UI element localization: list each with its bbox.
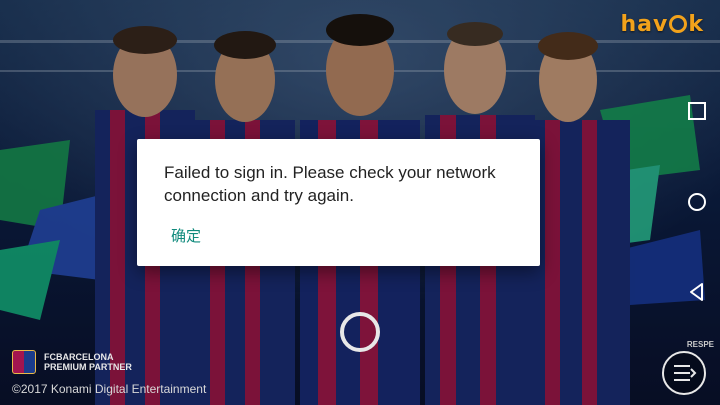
- fcb-partner-badge: FCBARCELONA PREMIUM PARTNER: [12, 350, 132, 374]
- circle-icon[interactable]: [686, 191, 708, 213]
- partner-text: FCBARCELONA PREMIUM PARTNER: [44, 352, 132, 372]
- center-ring-icon: [340, 312, 380, 352]
- partner-line-2: PREMIUM PARTNER: [44, 362, 132, 372]
- menu-button[interactable]: [660, 349, 708, 397]
- partner-line-1: FCBARCELONA: [44, 352, 114, 362]
- sign-in-error-dialog: Failed to sign in. Please check your net…: [137, 139, 540, 266]
- logo-text-left: hav: [620, 12, 669, 37]
- respect-text: RESPE: [686, 340, 714, 349]
- triangle-back-icon[interactable]: [686, 281, 708, 303]
- square-icon[interactable]: [686, 100, 708, 122]
- copyright-text: ©2017 Konami Digital Entertainment: [12, 382, 207, 396]
- fcb-crest-icon: [12, 350, 36, 374]
- confirm-button[interactable]: 确定: [171, 225, 201, 246]
- dialog-message: Failed to sign in. Please check your net…: [164, 163, 496, 205]
